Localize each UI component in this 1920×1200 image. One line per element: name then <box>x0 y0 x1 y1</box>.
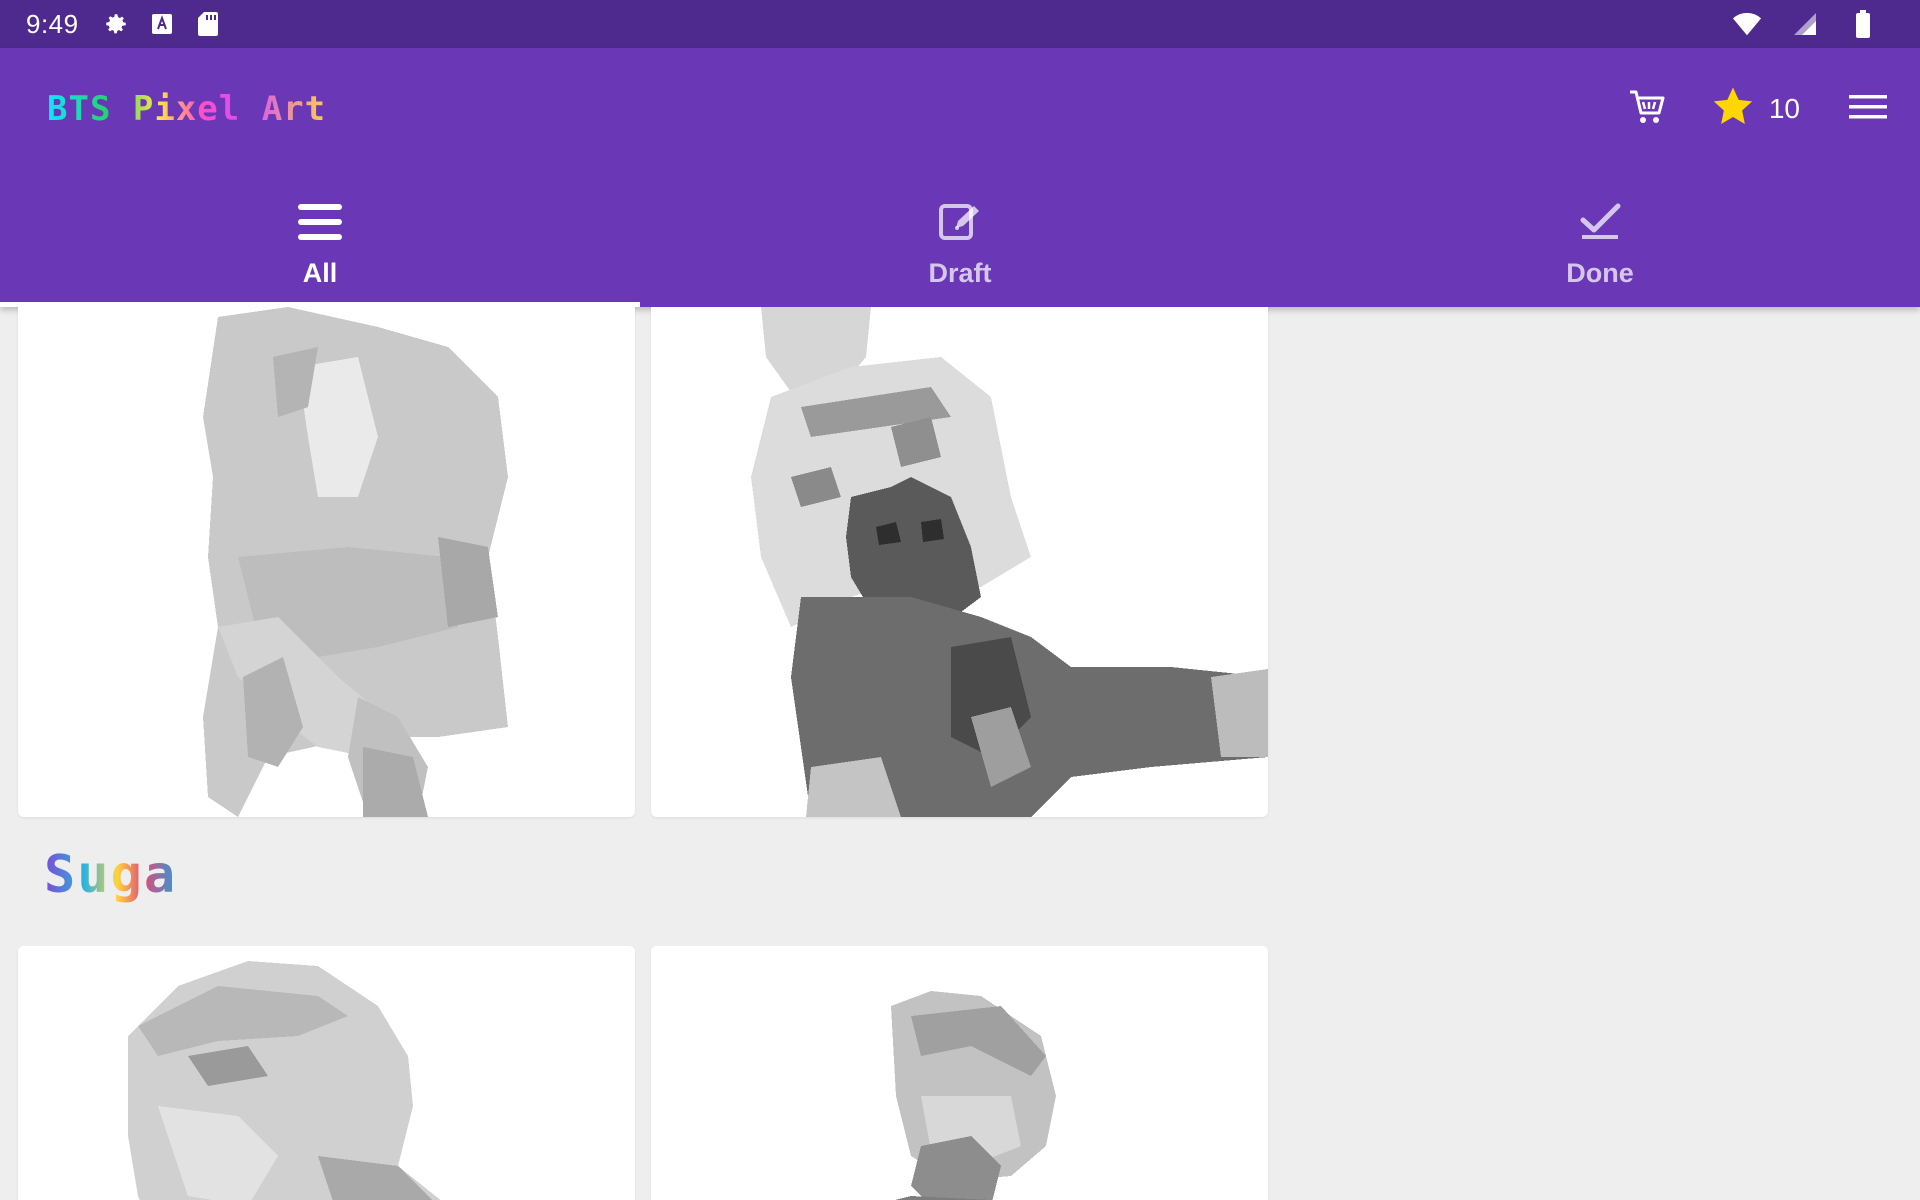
status-bar: 9:49 <box>0 0 1920 48</box>
tab-all[interactable]: All <box>0 178 640 307</box>
gallery: Suga <box>0 307 1920 1200</box>
menu-button[interactable] <box>1840 81 1896 137</box>
sd-card-icon <box>193 9 223 39</box>
tab-done-label: Done <box>1566 258 1634 288</box>
tab-all-label: All <box>302 258 338 288</box>
list-icon <box>297 200 343 244</box>
artwork-card[interactable] <box>651 307 1268 817</box>
cart-icon <box>1628 88 1666 131</box>
status-time: 9:49 <box>26 8 79 39</box>
text-a-icon <box>147 9 177 39</box>
artwork-thumbnail <box>651 307 1268 817</box>
app-bar: BTS Pixel Art 10 All Draft Done <box>0 48 1920 307</box>
edit-icon <box>938 200 982 244</box>
artwork-thumbnail <box>18 946 635 1200</box>
stars-button[interactable]: 10 <box>1711 81 1800 137</box>
section-title-suga: Suga <box>44 845 178 905</box>
tab-draft[interactable]: Draft <box>640 178 1280 307</box>
battery-icon <box>1848 9 1878 39</box>
tab-done[interactable]: Done <box>1280 178 1920 307</box>
app-logo: BTS Pixel Art <box>47 84 326 134</box>
app-bar-actions: 10 <box>1619 78 1896 140</box>
app-title: BTS Pixel Art <box>47 89 327 129</box>
artwork-thumbnail <box>651 946 1268 1200</box>
menu-icon <box>1849 93 1887 126</box>
check-icon <box>1578 200 1622 244</box>
artwork-thumbnail <box>18 307 635 817</box>
stars-count: 10 <box>1768 93 1800 124</box>
wifi-icon <box>1732 9 1762 39</box>
tab-draft-label: Draft <box>928 258 992 288</box>
star-icon <box>1711 86 1755 133</box>
artwork-card[interactable] <box>18 307 635 817</box>
artwork-card[interactable] <box>18 946 635 1200</box>
tab-bar: All Draft Done <box>0 178 1920 307</box>
shop-button[interactable] <box>1619 81 1675 137</box>
signal-icon <box>1790 9 1820 39</box>
gear-icon <box>101 9 131 39</box>
artwork-card[interactable] <box>651 946 1268 1200</box>
